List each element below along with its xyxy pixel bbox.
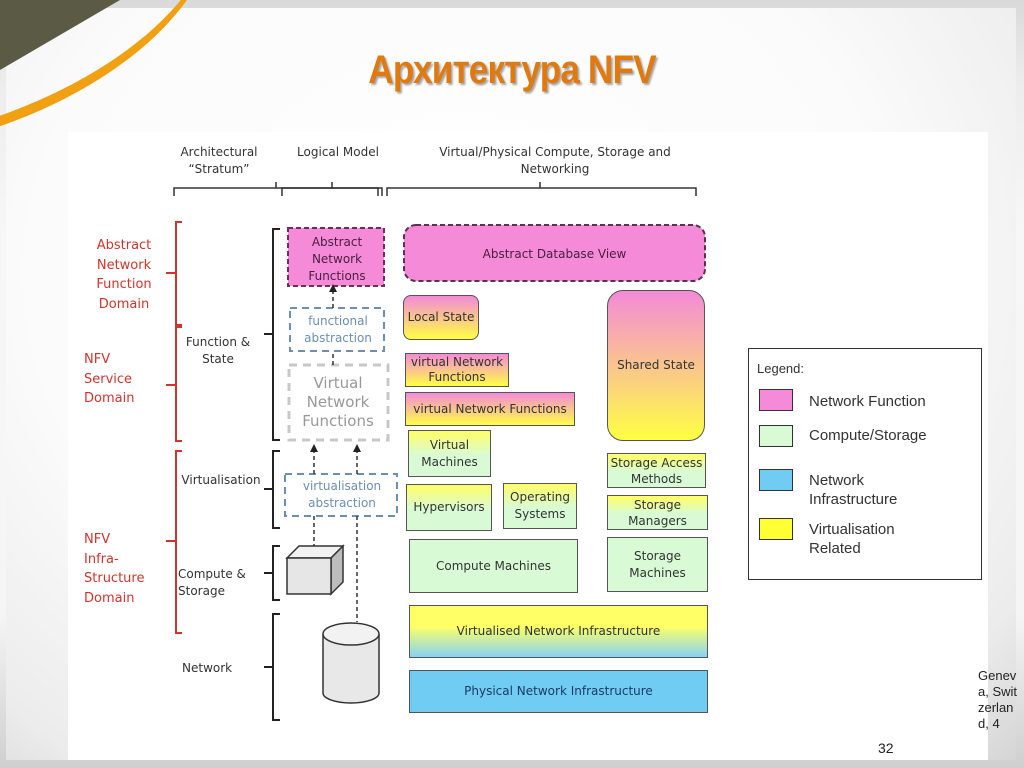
brace-stratum — [173, 182, 379, 196]
column-header-stratum: Architectural “Stratum” — [180, 145, 258, 176]
legend-label-compute-storage: Compute/Storage — [809, 427, 927, 444]
legend-swatch-network-infra — [759, 469, 793, 491]
stratum-compute-storage: Compute & Storage — [178, 567, 246, 598]
brace-function-state — [264, 228, 280, 441]
stratum-function-state: Function & State — [185, 335, 251, 366]
legend-label-virtualisation: Virtualisation Related — [809, 521, 895, 557]
legend-title: Legend: — [757, 361, 804, 376]
functional-abstraction-label: functional abstraction — [304, 314, 372, 345]
virtualised-network-infra-box: Virtualised Network Infrastructure — [409, 605, 708, 658]
stratum-virtualisation: Virtualisation — [181, 473, 261, 487]
operating-systems-box: Operating Systems — [503, 483, 577, 529]
legend-swatch-virtualisation — [759, 518, 793, 540]
brace-domain-abstract — [166, 221, 182, 326]
brace-logical — [281, 182, 383, 196]
column-header-physical: Virtual/Physical Compute, Storage and Ne… — [439, 145, 671, 176]
domain-nfv-service: NFV Service Domain — [84, 352, 135, 406]
abstract-nf-label: Abstract Network Functions — [308, 235, 366, 283]
shared-state-box: Shared State — [607, 290, 705, 441]
brace-virtualisation — [264, 450, 280, 529]
vnf-small-box: virtual Network Functions — [405, 353, 509, 387]
legend-swatch-network-function — [759, 389, 793, 411]
domain-abstract-nf: Abstract Network Function Domain — [96, 238, 152, 312]
physical-network-infra-box: Physical Network Infrastructure — [409, 670, 708, 713]
storage-machines-box: Storage Machines — [607, 537, 708, 592]
abstract-db-view-label: Abstract Database View — [482, 247, 627, 261]
compute-machines-box: Compute Machines — [409, 539, 578, 593]
storage-access-methods-box: Storage Access Methods — [607, 453, 706, 488]
storage-managers-box: Storage Managers — [607, 495, 708, 530]
virtual-machines-box: Virtual Machines — [408, 430, 491, 477]
stratum-network: Network — [182, 661, 233, 675]
legend-label-network-infra: Network Infrastructure — [809, 472, 898, 508]
page-number: 32 — [878, 740, 894, 756]
hypervisors-box: Hypervisors — [406, 484, 492, 531]
legend-swatch-compute-storage — [759, 425, 793, 447]
cube-icon — [285, 544, 345, 596]
footer-location: Geneva, Switzerland, 4 — [978, 668, 1018, 731]
vnf-wide-box: virtual Network Functions — [405, 392, 575, 426]
local-state-box: Local State — [403, 295, 479, 340]
virtual-nf-label: Virtual Network Functions — [302, 374, 374, 430]
brace-domain-service — [166, 326, 182, 442]
domain-nfv-infrastructure: NFV Infra-Structure Domain — [84, 532, 145, 606]
brace-compute-storage — [264, 545, 280, 601]
cylinder-icon — [322, 622, 380, 704]
brace-physical — [386, 182, 697, 196]
legend: Legend: Network Function Compute/Storage… — [748, 348, 982, 580]
brace-network — [264, 613, 280, 721]
column-header-logical: Logical Model — [297, 145, 379, 159]
legend-label-network-function: Network Function — [809, 393, 926, 410]
virtualisation-abstraction-label: virtualisation abstraction — [302, 479, 382, 510]
